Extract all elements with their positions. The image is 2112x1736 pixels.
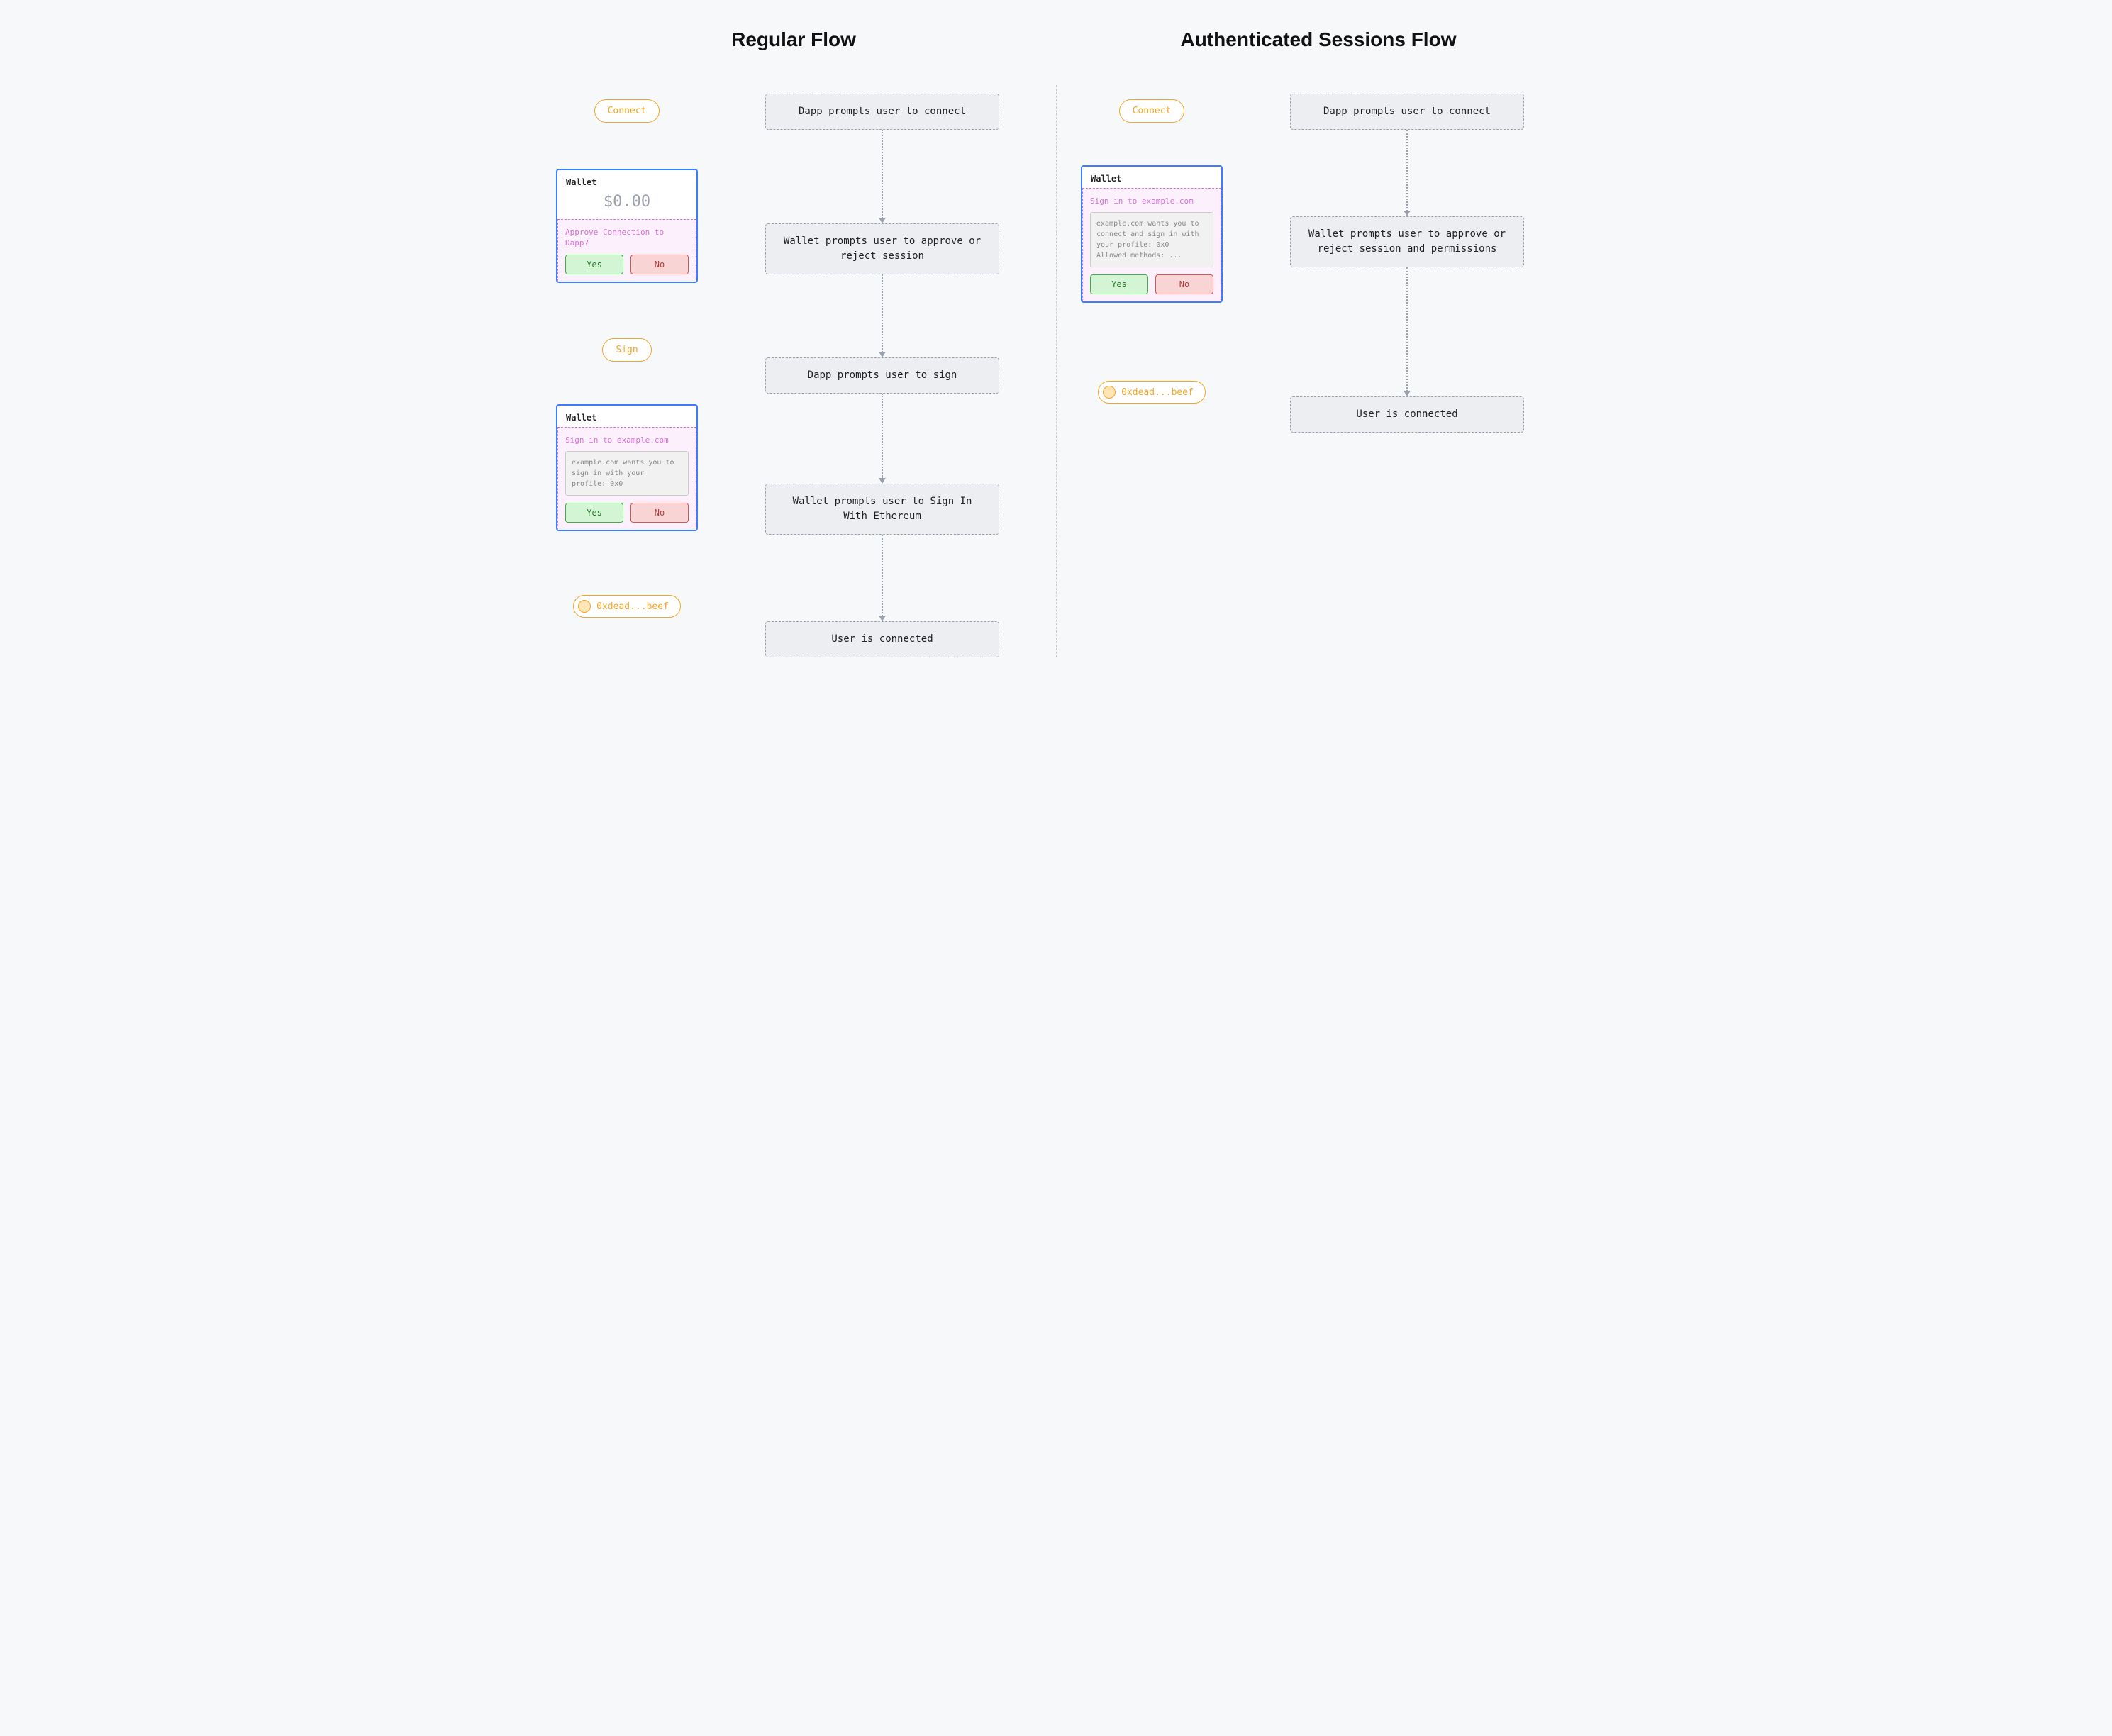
wallet-modal-title: Approve Connection to Dapp? (565, 227, 689, 249)
sign-no-button[interactable]: No (630, 503, 689, 523)
connect-button[interactable]: Connect (1119, 99, 1185, 123)
connected-address: 0xdead...beef (1121, 387, 1194, 398)
connected-pill[interactable]: 0xdead...beef (1098, 381, 1206, 404)
regular-steps-column: Dapp prompts user to connect Wallet prom… (730, 94, 1035, 657)
wallet-modal-title: Sign in to example.com (565, 435, 689, 445)
step-box: User is connected (1290, 396, 1524, 433)
avatar-icon (1103, 386, 1116, 399)
auth-yes-button[interactable]: Yes (1090, 274, 1148, 294)
wallet-sign-modal: Sign in to example.com example.com wants… (557, 427, 696, 530)
wallet-modal-body: example.com wants you to connect and sig… (1090, 212, 1213, 267)
connect-button-label: Connect (1133, 106, 1172, 116)
connected-pill[interactable]: 0xdead...beef (573, 595, 681, 618)
connect-button[interactable]: Connect (594, 99, 660, 123)
arrow-down-icon (879, 394, 886, 484)
authenticated-flow-column: Authenticated Sessions Flow Connect Wall… (1056, 28, 1581, 657)
wallet-approve-modal: Approve Connection to Dapp? Yes No (557, 219, 696, 282)
regular-flow-title: Regular Flow (552, 28, 1035, 51)
step-box: Wallet prompts user to approve or reject… (765, 223, 999, 274)
authenticated-steps-column: Dapp prompts user to connect Wallet prom… (1255, 94, 1560, 433)
sign-yes-button[interactable]: Yes (565, 503, 623, 523)
regular-ui-column: Connect Wallet $0.00 Approve Connection … (552, 94, 701, 618)
column-divider (1056, 85, 1057, 657)
wallet-header: Wallet (1082, 167, 1221, 188)
wallet-header: Wallet (557, 170, 696, 191)
arrow-down-icon (1404, 130, 1411, 216)
step-box: Wallet prompts user to Sign In With Ethe… (765, 484, 999, 535)
sign-button-label: Sign (616, 345, 638, 355)
step-box: Dapp prompts user to sign (765, 357, 999, 394)
diagram-container: Regular Flow Connect Wallet $0.00 Approv… (531, 28, 1581, 657)
arrow-down-icon (1404, 267, 1411, 396)
wallet-auth-modal: Sign in to example.com example.com wants… (1082, 188, 1221, 301)
wallet-auth-card: Wallet Sign in to example.com example.co… (1081, 165, 1223, 303)
step-box: Dapp prompts user to connect (1290, 94, 1524, 130)
approve-yes-button[interactable]: Yes (565, 255, 623, 274)
auth-no-button[interactable]: No (1155, 274, 1213, 294)
authenticated-ui-column: Connect Wallet Sign in to example.com ex… (1077, 94, 1226, 404)
connect-button-label: Connect (608, 106, 647, 116)
authenticated-flow-title: Authenticated Sessions Flow (1077, 28, 1560, 51)
arrow-down-icon (879, 274, 886, 357)
approve-no-button[interactable]: No (630, 255, 689, 274)
step-box: User is connected (765, 621, 999, 657)
regular-flow-column: Regular Flow Connect Wallet $0.00 Approv… (531, 28, 1056, 657)
wallet-approve-card: Wallet $0.00 Approve Connection to Dapp?… (556, 169, 698, 283)
wallet-sign-card: Wallet Sign in to example.com example.co… (556, 404, 698, 531)
arrow-down-icon (879, 535, 886, 621)
sign-button[interactable]: Sign (602, 338, 651, 362)
avatar-icon (578, 600, 591, 613)
arrow-down-icon (879, 130, 886, 223)
wallet-balance: $0.00 (557, 191, 696, 219)
step-box: Dapp prompts user to connect (765, 94, 999, 130)
connected-address: 0xdead...beef (596, 601, 669, 612)
wallet-modal-body: example.com wants you to sign in with yo… (565, 451, 689, 496)
step-box: Wallet prompts user to approve or reject… (1290, 216, 1524, 267)
wallet-header: Wallet (557, 406, 696, 427)
wallet-modal-title: Sign in to example.com (1090, 196, 1213, 206)
